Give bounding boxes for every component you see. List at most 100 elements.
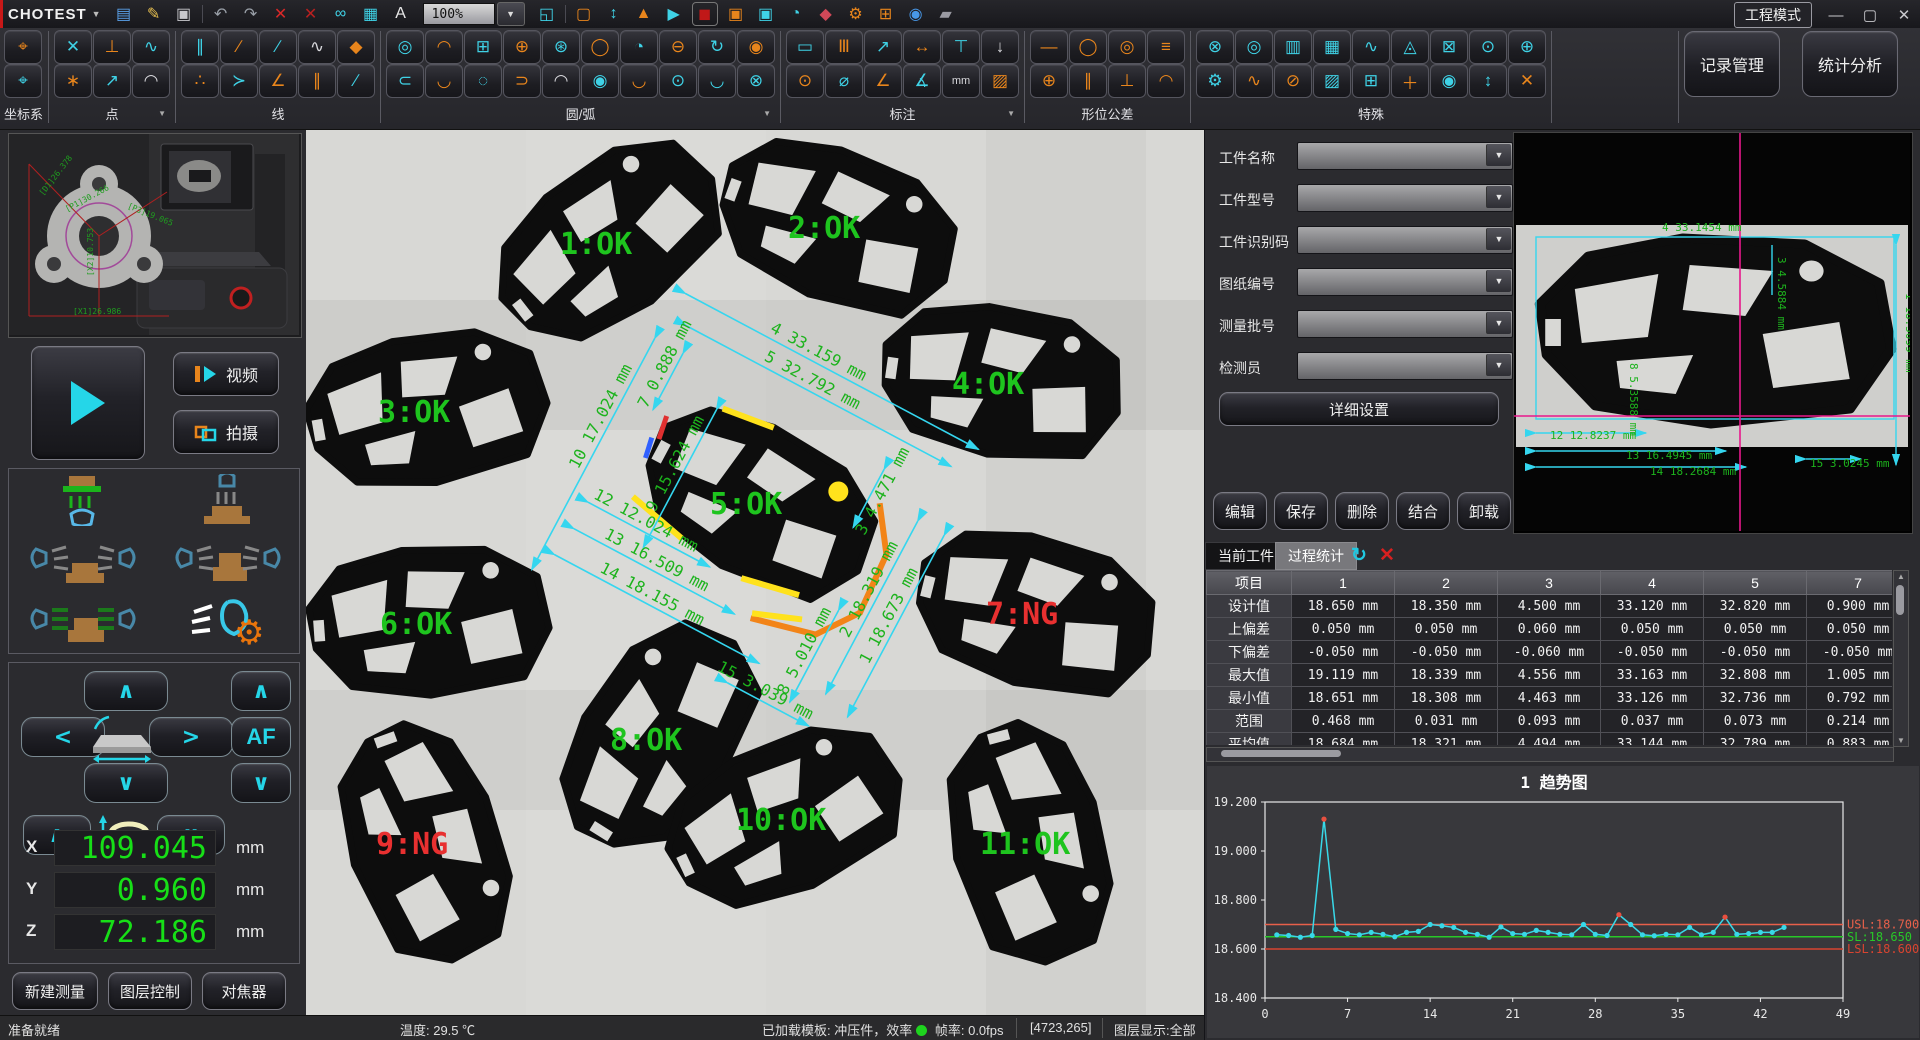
tool-button-线-3[interactable]: ∿ [298,30,336,64]
focus-down-button[interactable]: ∨ [231,763,291,803]
record-management-button[interactable]: 记录管理 [1684,31,1780,97]
form-combobox-2[interactable]: ▼ [1297,184,1513,212]
tool-button-圆/弧-19[interactable]: ⊗ [737,64,775,98]
table-header-cell[interactable]: 1 [1292,571,1395,595]
tool-button-形位公差-0[interactable]: — [1030,30,1068,64]
delete-all-icon[interactable]: ✕ [299,3,323,25]
tool-button-圆/弧-1[interactable]: ◠ [425,30,463,64]
counter-icon[interactable]: ⊞ [874,3,898,25]
tool-button-标注-11[interactable]: ▨ [981,64,1019,98]
tool-button-形位公差-5[interactable]: ∥ [1069,64,1107,98]
redo-icon[interactable]: ↷ [239,3,263,25]
globe-icon[interactable]: ◉ [904,3,928,25]
close-button[interactable]: ✕ [1894,6,1914,24]
link-icon[interactable]: ∞ [329,3,353,25]
detail-settings-button[interactable]: 详细设置 [1219,392,1499,426]
tool-button-圆/弧-13[interactable]: ⊃ [503,64,541,98]
zoom-select[interactable]: 100% ▼ [423,2,525,26]
light-settings-button[interactable]: ⚙ [154,592,299,653]
table-horizontal-scrollbar[interactable] [1206,747,1894,762]
stage-down-button[interactable]: ∨ [84,763,168,803]
scroll-up-icon[interactable]: ▲ [1897,572,1905,581]
camera-scene[interactable]: 4 33.159 mm5 32.792 mm12 12.024 mm13 16.… [306,130,1204,1015]
scrollbar-thumb[interactable] [1896,585,1904,615]
light-adjust-icon[interactable]: ▲ [632,3,656,25]
tool-button-形位公差-2[interactable]: ◎ [1108,30,1146,64]
tool-button-特殊-17[interactable]: ✕ [1508,64,1546,98]
tool-button-特殊-7[interactable]: ⊙ [1469,30,1507,64]
tool-button-标注-5[interactable]: ↓ [981,30,1019,64]
tool-button-形位公差-4[interactable]: ⊕ [1030,64,1068,98]
tool-button-线-2[interactable]: ∕ [259,30,297,64]
focus-up-button[interactable]: ∧ [231,671,291,711]
tool-button-标注-2[interactable]: ↗ [864,30,902,64]
table-header-cell[interactable]: 7 [1807,571,1893,595]
delete-icon[interactable]: ✕ [269,3,293,25]
form-combobox-6[interactable]: ▼ [1297,352,1513,380]
scroll-down-icon[interactable]: ▼ [1897,736,1905,745]
tool-button-特殊-3[interactable]: ▦ [1313,30,1351,64]
tool-button-圆/弧-4[interactable]: ⊛ [542,30,580,64]
undo-icon[interactable]: ↶ [209,3,233,25]
table-header-cell[interactable]: 5 [1704,571,1807,595]
refresh-icon[interactable]: ↻ [1351,544,1367,567]
record-icon[interactable]: ◼ [692,2,718,26]
tool-button-特殊-5[interactable]: ◬ [1391,30,1429,64]
print-icon[interactable]: ▣ [172,3,196,25]
table-row[interactable]: 范围0.468 mm0.031 mm0.093 mm0.037 mm0.073 … [1207,710,1893,733]
chevron-down-icon[interactable]: ▼ [1486,354,1511,376]
chevron-down-icon[interactable]: ▼ [1007,109,1015,118]
combine-button[interactable]: 结合 [1396,492,1450,530]
gear-icon[interactable]: ⚙ [844,3,868,25]
tool-button-特殊-11[interactable]: ⊘ [1274,64,1312,98]
chevron-down-icon[interactable]: ▼ [763,109,771,118]
tool-button-特殊-16[interactable]: ↕ [1469,64,1507,98]
tool-button-圆/弧-9[interactable]: ◉ [737,30,775,64]
chevron-down-icon[interactable]: ▼ [1486,144,1511,166]
form-combobox-1[interactable]: ▼ [1297,142,1513,170]
tool-button-圆/弧-3[interactable]: ⊕ [503,30,541,64]
cube-icon[interactable]: ◆ [814,3,838,25]
table-header-cell[interactable]: 4 [1601,571,1704,595]
tool-button-标注-4[interactable]: ⊤ [942,30,980,64]
tool-button-标注-1[interactable]: Ⅲ [825,30,863,64]
tool-button-圆/弧-16[interactable]: ◡ [620,64,658,98]
minimize-button[interactable]: — [1826,7,1846,24]
autofocus-button[interactable]: AF [231,717,291,757]
tool-button-圆/弧-12[interactable]: ◌ [464,64,502,98]
tool-button-线-7[interactable]: ∠ [259,64,297,98]
tool-button-坐标系-0[interactable]: ⌖ [4,30,42,64]
chevron-down-icon[interactable]: ▼ [1486,270,1511,292]
tool-button-线-8[interactable]: ∥ [298,64,336,98]
tool-button-特殊-15[interactable]: ◉ [1430,64,1468,98]
tool-button-线-5[interactable]: ∴ [181,64,219,98]
part-doc-icon[interactable]: ▰ [934,3,958,25]
tool-button-点-5[interactable]: ◠ [132,64,170,98]
layer-control-button[interactable]: 图层控制 [108,972,192,1010]
tool-button-圆/弧-10[interactable]: ⊂ [386,64,424,98]
capture-button[interactable]: 拍摄 [173,410,279,454]
tool-button-线-9[interactable]: ∕ [337,64,375,98]
table-row[interactable]: 上偏差0.050 mm0.050 mm0.060 mm0.050 mm0.050… [1207,618,1893,641]
tool-button-线-4[interactable]: ◆ [337,30,375,64]
tool-button-圆/弧-2[interactable]: ⊞ [464,30,502,64]
tool-button-标注-3[interactable]: ↔ [903,30,941,64]
tool-button-圆/弧-6[interactable]: ◔ [620,30,658,64]
tool-button-线-1[interactable]: ∕ [220,30,258,64]
tool-button-点-2[interactable]: ∿ [132,30,170,64]
tool-button-坐标系-1[interactable]: ⌖ [4,64,42,98]
tool-button-特殊-8[interactable]: ⊕ [1508,30,1546,64]
stage-up-button[interactable]: ∧ [84,671,168,711]
form-combobox-3[interactable]: ▼ [1297,226,1513,254]
tool-button-圆/弧-0[interactable]: ◎ [386,30,424,64]
table-header-cell[interactable]: 2 [1395,571,1498,595]
maximize-button[interactable]: ▢ [1860,6,1880,24]
table-vertical-scrollbar[interactable]: ▲ ▼ [1893,570,1909,747]
ring-light-button[interactable] [9,469,154,530]
chevron-down-icon[interactable]: ▼ [1486,228,1511,250]
new-measurement-button[interactable]: 新建测量 [12,972,98,1010]
tool-button-圆/弧-18[interactable]: ◡ [698,64,736,98]
form-combobox-4[interactable]: ▼ [1297,268,1513,296]
video-button[interactable]: 视频 [173,352,279,396]
tool-button-特殊-2[interactable]: ▥ [1274,30,1312,64]
